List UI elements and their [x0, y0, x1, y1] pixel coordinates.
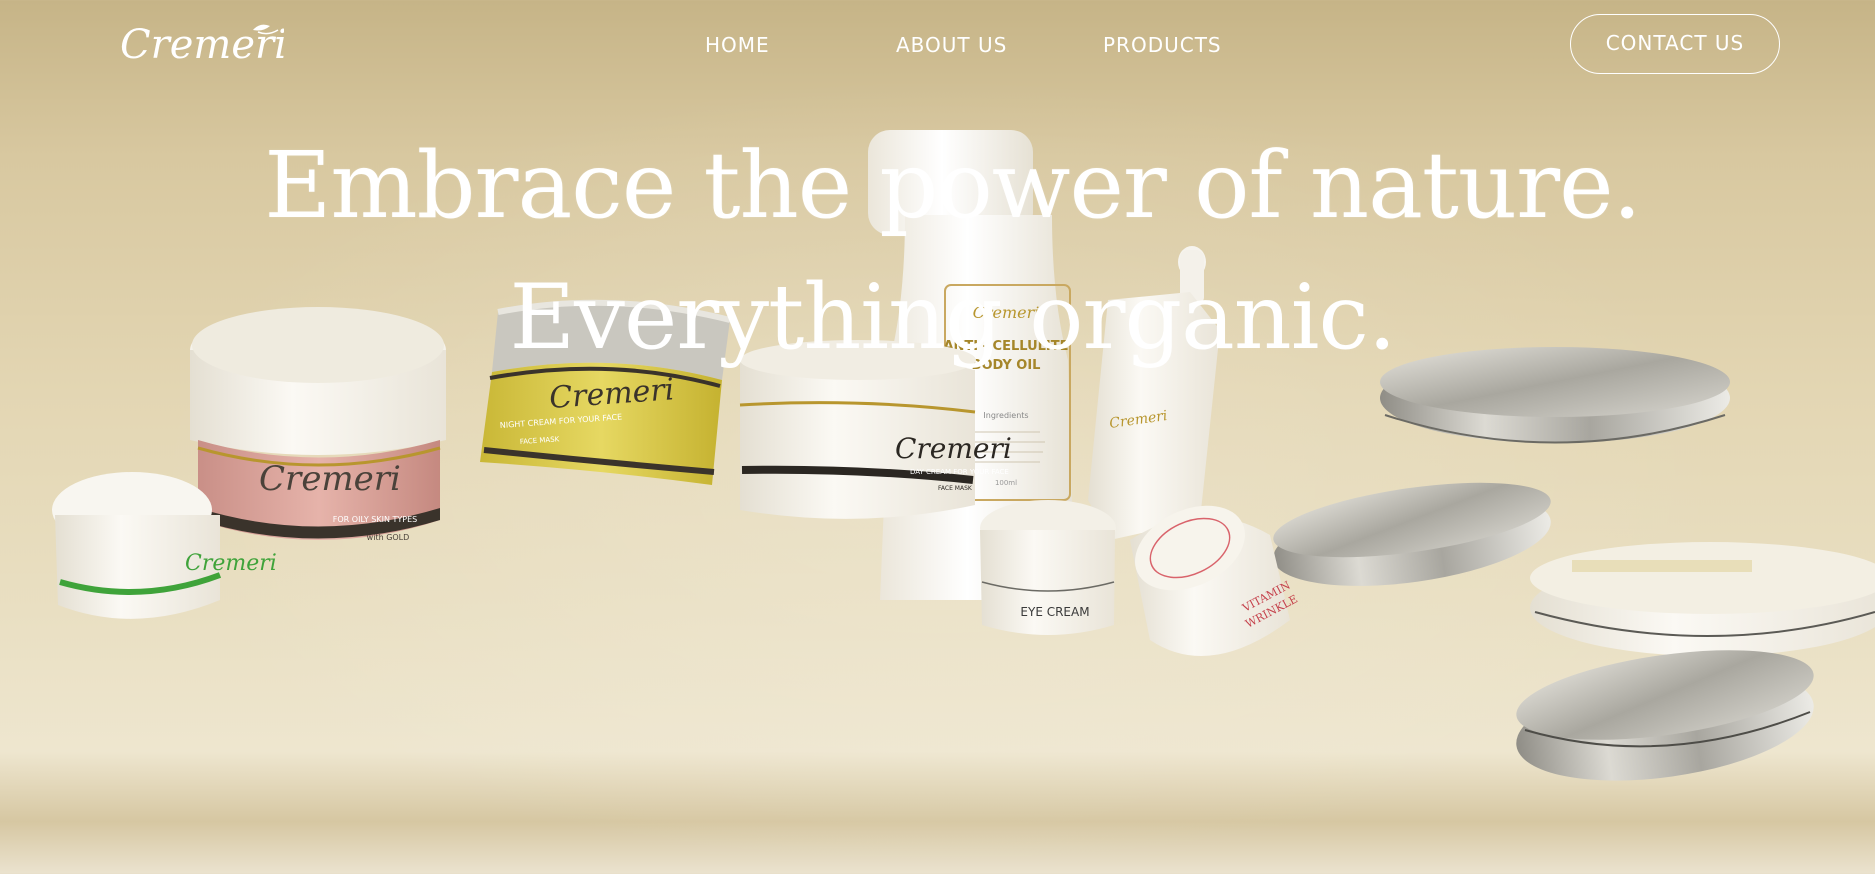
white-lid-right: [1530, 542, 1875, 656]
svg-text:Cremeri: Cremeri: [185, 551, 277, 576]
nav-products[interactable]: PRODUCTS: [1103, 33, 1222, 57]
svg-text:EYE CREAM: EYE CREAM: [1020, 605, 1089, 619]
contact-us-button[interactable]: CONTACT US: [1570, 14, 1780, 74]
nav-home[interactable]: HOME: [705, 33, 770, 57]
nav-about-us[interactable]: ABOUT US: [896, 33, 1007, 57]
svg-text:DAY CREAM FOR YOUR FACE: DAY CREAM FOR YOUR FACE: [910, 468, 1009, 476]
silver-lid-3: [1516, 650, 1814, 781]
svg-text:100ml: 100ml: [995, 479, 1017, 487]
svg-text:FACE MASK: FACE MASK: [938, 485, 973, 492]
eye-cream-jar: EYE CREAM: [980, 500, 1116, 635]
svg-text:Cremeri: Cremeri: [895, 432, 1012, 465]
brand-logo[interactable]: Cremeri: [118, 18, 284, 66]
svg-text:Ingredients: Ingredients: [983, 411, 1028, 420]
svg-text:FOR OILY SKIN TYPES: FOR OILY SKIN TYPES: [333, 515, 417, 524]
hero-headline: Embrace the power of nature.: [264, 132, 1642, 239]
top-nav: Cremeri HOME ABOUT US PRODUCTS CONTACT U…: [0, 0, 1875, 90]
hero-subheadline: Everything organic.: [509, 265, 1396, 370]
svg-text:with GOLD: with GOLD: [367, 533, 410, 542]
silver-lid-2: [1273, 482, 1551, 586]
svg-text:Cremeri: Cremeri: [259, 459, 401, 499]
